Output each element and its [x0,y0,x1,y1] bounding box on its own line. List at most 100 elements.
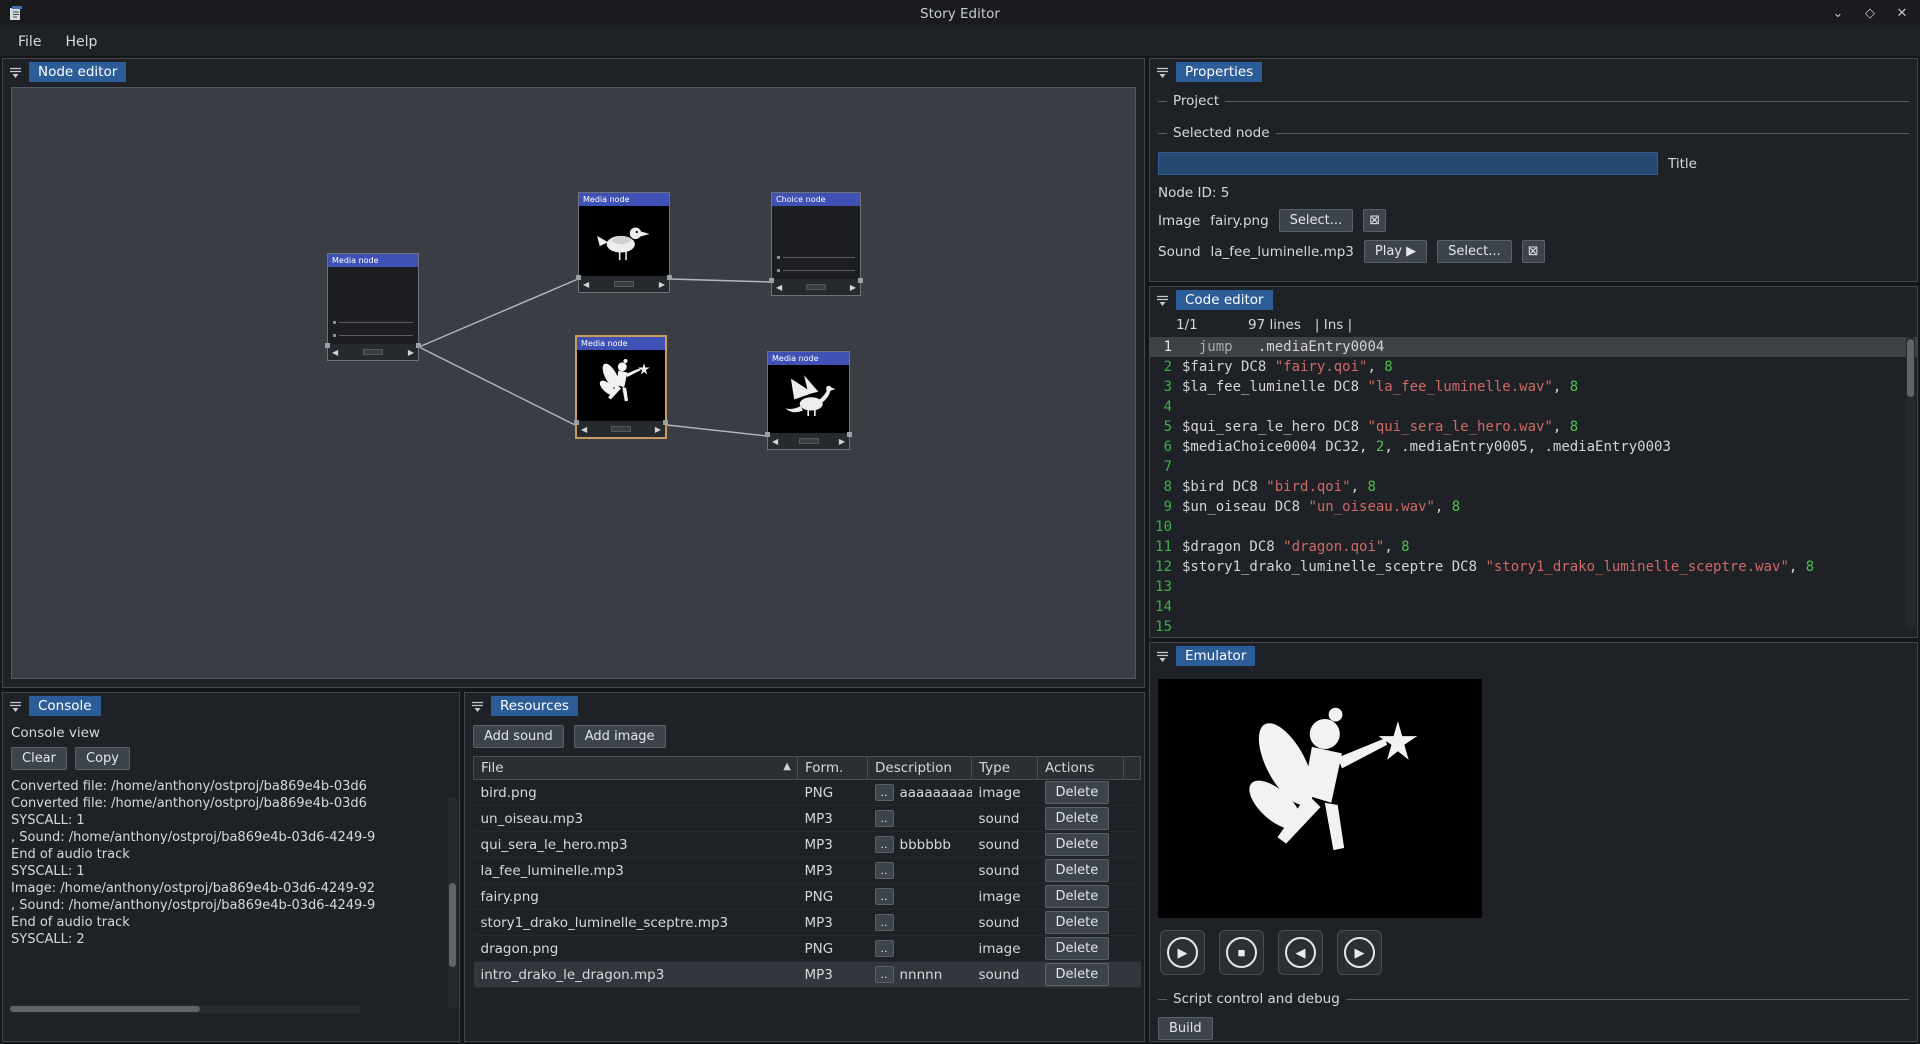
resources-title[interactable]: Resources [491,696,578,716]
build-button[interactable]: Build [1158,1017,1213,1040]
emulator-title[interactable]: Emulator [1176,646,1255,666]
graph-node-b[interactable]: Media node ◀ ▶ [578,192,670,293]
input-port[interactable] [325,343,330,348]
code-line[interactable]: 5$qui_sera_le_hero DC8 "qui_sera_le_hero… [1150,417,1917,437]
menu-help[interactable]: Help [53,30,109,54]
code-line[interactable]: 2$fairy DC8 "fairy.qoi", 8 [1150,357,1917,377]
output-port[interactable] [416,343,421,348]
code-line[interactable]: 15 [1150,617,1917,633]
delete-button[interactable]: Delete [1045,833,1110,856]
code-line[interactable]: 9$un_oiseau DC8 "un_oiseau.wav", 8 [1150,497,1917,517]
scrollbar-thumb[interactable] [10,1006,200,1012]
resource-row[interactable]: intro_drako_le_dragon.mp3MP3..nnnnnsound… [474,962,1141,988]
code-line[interactable]: 4 [1150,397,1917,417]
edit-description-button[interactable]: .. [875,784,894,801]
node-value-box[interactable] [611,426,631,432]
edit-description-button[interactable]: .. [875,810,894,827]
delete-button[interactable]: Delete [1045,885,1110,908]
spin-right-icon[interactable]: ▶ [850,283,856,292]
add-sound-button[interactable]: Add sound [473,725,564,748]
console-title[interactable]: Console [29,696,101,716]
spin-left-icon[interactable]: ◀ [583,280,589,289]
edit-description-button[interactable]: .. [875,966,894,983]
close-button[interactable]: ✕ [1894,6,1910,21]
clear-image-button[interactable]: ⊠ [1363,209,1386,232]
resource-row[interactable]: un_oiseau.mp3MP3..soundDelete [474,806,1141,832]
code-line[interactable]: 7 [1150,457,1917,477]
panel-collapse-icon[interactable] [8,65,23,80]
spin-left-icon[interactable]: ◀ [776,283,782,292]
edit-description-button[interactable]: .. [875,862,894,879]
step-forward-button[interactable]: ▶ [1337,930,1382,975]
panel-collapse-icon[interactable] [8,699,23,714]
console-log[interactable]: Converted file: /home/anthony/ostproj/ba… [11,778,451,993]
play-sound-button[interactable]: Play ▶ [1364,240,1427,263]
code-line[interactable]: 12$story1_drako_luminelle_sceptre DC8 "s… [1150,557,1917,577]
column-header-actions[interactable]: Actions [1038,757,1124,780]
code-line[interactable]: 13 [1150,577,1917,597]
graph-node-d[interactable]: Media node ◀ ▶ [575,335,667,439]
minimize-button[interactable]: ⌄ [1830,6,1846,21]
output-port[interactable] [847,432,852,437]
delete-button[interactable]: Delete [1045,859,1110,882]
spin-right-icon[interactable]: ▶ [659,280,665,289]
delete-button[interactable]: Delete [1045,937,1110,960]
input-port[interactable] [765,432,770,437]
scrollbar-thumb[interactable] [449,883,456,967]
panel-collapse-icon[interactable] [1155,65,1170,80]
scrollbar-thumb[interactable] [1907,339,1914,397]
graph-node-c[interactable]: Choice node ◀ ▶ [771,192,861,296]
code-line[interactable]: 1 jump .mediaEntry0004 [1150,337,1917,357]
edit-description-button[interactable]: .. [875,836,894,853]
delete-button[interactable]: Delete [1045,911,1110,934]
stop-button[interactable]: ■ [1219,930,1264,975]
code-line[interactable]: 11$dragon DC8 "dragon.qoi", 8 [1150,537,1917,557]
spin-left-icon[interactable]: ◀ [332,348,338,357]
select-image-button[interactable]: Select... [1279,209,1354,232]
node-graph-canvas[interactable]: Media node ◀ ▶ Media node ◀ ▶ Choice nod… [11,87,1136,679]
resource-row[interactable]: la_fee_luminelle.mp3MP3..soundDelete [474,858,1141,884]
node-editor-title[interactable]: Node editor [29,62,126,82]
spin-left-icon[interactable]: ◀ [581,425,587,434]
node-value-box[interactable] [799,438,819,444]
column-header-description[interactable]: Description [868,757,972,780]
output-port[interactable] [858,278,863,283]
panel-collapse-icon[interactable] [470,699,485,714]
graph-node-a[interactable]: Media node ◀ ▶ [327,253,419,361]
node-value-box[interactable] [363,349,383,355]
code-line[interactable]: 14 [1150,597,1917,617]
menu-file[interactable]: File [6,30,53,54]
delete-button[interactable]: Delete [1045,807,1110,830]
edit-description-button[interactable]: .. [875,914,894,931]
add-image-button[interactable]: Add image [574,725,666,748]
step-back-button[interactable]: ◀ [1278,930,1323,975]
resource-row[interactable]: fairy.pngPNG..imageDelete [474,884,1141,910]
panel-collapse-icon[interactable] [1155,649,1170,664]
output-port[interactable] [667,275,672,280]
title-input[interactable] [1158,152,1658,175]
edit-description-button[interactable]: .. [875,888,894,905]
clear-sound-button[interactable]: ⊠ [1522,240,1545,263]
spin-right-icon[interactable]: ▶ [655,425,661,434]
delete-button[interactable]: Delete [1045,781,1110,804]
spin-left-icon[interactable]: ◀ [772,437,778,446]
play-button[interactable]: ▶ [1160,930,1205,975]
output-port[interactable] [663,420,668,425]
spin-right-icon[interactable]: ▶ [839,437,845,446]
resource-row[interactable]: story1_drako_luminelle_sceptre.mp3MP3..s… [474,910,1141,936]
code-line[interactable]: 8$bird DC8 "bird.qoi", 8 [1150,477,1917,497]
node-value-box[interactable] [614,281,634,287]
input-port[interactable] [574,420,579,425]
edit-description-button[interactable]: .. [875,940,894,957]
input-port[interactable] [576,275,581,280]
spin-right-icon[interactable]: ▶ [408,348,414,357]
resource-row[interactable]: bird.pngPNG..aaaaaaaaaimageDelete [474,780,1141,806]
column-header-file[interactable]: File ▲ [474,757,798,780]
copy-button[interactable]: Copy [75,747,130,770]
console-horizontal-scrollbar[interactable] [9,1005,361,1013]
code-area[interactable]: 1 jump .mediaEntry00042$fairy DC8 "fairy… [1150,337,1917,633]
panel-collapse-icon[interactable] [1155,293,1170,308]
column-header-format[interactable]: Form. [798,757,868,780]
node-value-box[interactable] [806,284,826,290]
resource-row[interactable]: dragon.pngPNG..imageDelete [474,936,1141,962]
